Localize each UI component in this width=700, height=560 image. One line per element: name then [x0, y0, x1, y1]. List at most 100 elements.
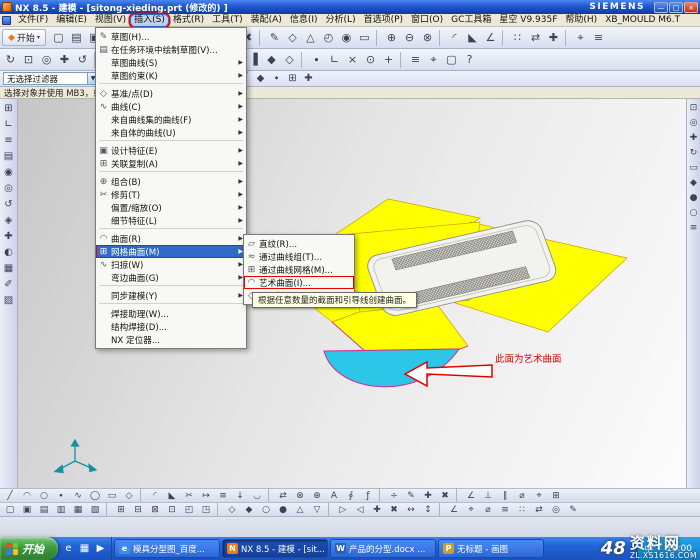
intersect-curve-icon[interactable]: ⊗: [292, 489, 308, 502]
intersect-icon[interactable]: ⊗: [419, 29, 436, 46]
modeling-tool-icon[interactable]: ◁: [352, 503, 368, 516]
snap-center-icon[interactable]: ⊙: [362, 51, 379, 68]
menubar-item-11[interactable]: 窗口(O): [407, 14, 447, 27]
extend-curve-icon[interactable]: ↦: [198, 489, 214, 502]
isometric-view-icon[interactable]: ◆: [688, 177, 700, 189]
roles-icon[interactable]: ◐: [1, 245, 16, 260]
start-button[interactable]: 开始: [0, 537, 58, 560]
diameter-icon[interactable]: ⌀: [514, 489, 530, 502]
layer-settings-icon[interactable]: ≡: [407, 51, 424, 68]
modeling-tool-icon[interactable]: ●: [275, 503, 291, 516]
modeling-tool-icon[interactable]: ▦: [70, 503, 86, 516]
fillet-curve-icon[interactable]: ◜: [147, 489, 163, 502]
revolve-icon[interactable]: ◴: [320, 29, 337, 46]
menubar-item-2[interactable]: 编辑(E): [52, 14, 91, 27]
insert-menu-item-8[interactable]: 来自曲线集的曲线(F)▶: [96, 113, 246, 126]
zoom-view-icon[interactable]: ◎: [688, 117, 700, 129]
spline-icon[interactable]: ∿: [70, 489, 86, 502]
modeling-tool-icon[interactable]: ▢: [2, 503, 18, 516]
snap-point-icon[interactable]: ∙: [308, 51, 325, 68]
draft-icon[interactable]: ∠: [482, 29, 499, 46]
modeling-tool-icon[interactable]: ↔: [403, 503, 419, 516]
isometric-view-icon[interactable]: ◆: [263, 51, 280, 68]
arc-icon[interactable]: ◠: [19, 489, 35, 502]
history-icon[interactable]: ↺: [1, 197, 16, 212]
chamfer-curve-icon[interactable]: ◣: [164, 489, 180, 502]
menubar-item-8[interactable]: 信息(I): [286, 14, 322, 27]
snap-midpoint-icon[interactable]: ×: [344, 51, 361, 68]
insert-menu-item-22[interactable]: 弯边曲面(G)▶: [96, 271, 246, 284]
insert-menu-item-7[interactable]: ∿曲线(C)▶: [96, 100, 246, 113]
datum-plane-icon[interactable]: ◇: [284, 29, 301, 46]
rectangle-icon[interactable]: ▭: [104, 489, 120, 502]
parallel-icon[interactable]: ∥: [497, 489, 513, 502]
new-icon[interactable]: ▢: [50, 29, 67, 46]
circle-icon[interactable]: ○: [36, 489, 52, 502]
modeling-tool-icon[interactable]: ↕: [420, 503, 436, 516]
modeling-tool-icon[interactable]: ∷: [514, 503, 530, 516]
insert-menu-item-9[interactable]: 来自体的曲线(U)▶: [96, 126, 246, 139]
show-desktop-icon[interactable]: ▦: [77, 541, 92, 557]
shaded-view-icon[interactable]: ●: [688, 192, 700, 204]
minimize-button[interactable]: —: [654, 2, 668, 13]
modeling-tool-icon[interactable]: ⌀: [480, 503, 496, 516]
rotate-view-icon[interactable]: ↻: [688, 147, 700, 159]
menubar-item-3[interactable]: 视图(V): [91, 14, 130, 27]
insert-menu-item-19[interactable]: ◠曲面(R)▶: [96, 232, 246, 245]
modeling-tool-icon[interactable]: ⊟: [130, 503, 146, 516]
select-point-icon[interactable]: ∙: [269, 72, 284, 86]
section-curve-icon[interactable]: ⊕: [309, 489, 325, 502]
modeling-tool-icon[interactable]: ▧: [87, 503, 103, 516]
internet-browser-icon[interactable]: ◎: [1, 181, 16, 196]
trim-curve-icon[interactable]: ✂: [181, 489, 197, 502]
text-curve-icon[interactable]: A: [326, 489, 342, 502]
window-icon[interactable]: ▢: [443, 51, 460, 68]
grid-icon[interactable]: ⊞: [548, 489, 564, 502]
insert-menu-item-4[interactable]: 草图约束(K)▶: [96, 69, 246, 82]
insert-menu-item-20[interactable]: ⊞网格曲面(M)▶: [96, 245, 246, 258]
shell-icon[interactable]: ▭: [356, 29, 373, 46]
insert-menu-item-17[interactable]: 细节特征(L)▶: [96, 214, 246, 227]
mesh-submenu-item-3[interactable]: ⊞通过曲线网格(M)...: [244, 263, 354, 276]
insert-menu-item-26[interactable]: 焊接助理(W)...: [96, 307, 246, 320]
modeling-tool-icon[interactable]: ≡: [497, 503, 513, 516]
modeling-tool-icon[interactable]: ▥: [53, 503, 69, 516]
move-object-icon[interactable]: ✚: [545, 29, 562, 46]
taskbar-task-1[interactable]: e模具分型图_百度...: [114, 539, 220, 558]
application-start-button[interactable]: ◆ 开始 ▾: [2, 29, 46, 46]
snap-endpoint-icon[interactable]: ∟: [326, 51, 343, 68]
process-studio-icon[interactable]: ◈: [1, 213, 16, 228]
mesh-submenu-item-4[interactable]: ◠艺术曲面(I)...: [244, 276, 354, 289]
input-method-icon[interactable]: 中: [644, 542, 653, 555]
modeling-tool-icon[interactable]: ▤: [36, 503, 52, 516]
taskbar-task-2[interactable]: NNX 8.5 - 建模 - [sit...: [222, 539, 328, 558]
part-navigator-icon[interactable]: ≡: [1, 133, 16, 148]
front-view-icon[interactable]: ▭: [688, 162, 700, 174]
class-selection-icon[interactable]: ≡: [590, 29, 607, 46]
insert-menu-item-15[interactable]: ✂修剪(T)▶: [96, 188, 246, 201]
law-curve-icon[interactable]: ƒ: [360, 489, 376, 502]
media-player-icon[interactable]: ▶: [93, 541, 108, 557]
taskbar-task-4[interactable]: P无标题 - 画图: [438, 539, 544, 558]
wireframe-view-icon[interactable]: ○: [688, 207, 700, 219]
menubar-item-15[interactable]: XB_MOULD M6.T: [601, 14, 684, 27]
modeling-tool-icon[interactable]: △: [292, 503, 308, 516]
internet-explorer-icon[interactable]: e: [61, 541, 76, 557]
perpendicular-icon[interactable]: ⊥: [480, 489, 496, 502]
insert-menu-item-2[interactable]: ▤在任务环境中绘制草图(V)...: [96, 43, 246, 56]
menubar-item-9[interactable]: 分析(L): [322, 14, 360, 27]
taskbar-task-3[interactable]: W产品的分型.docx ...: [330, 539, 436, 558]
pan-icon[interactable]: ✚: [56, 51, 73, 68]
menubar-item-10[interactable]: 首选项(P): [360, 14, 407, 27]
menubar-item-5[interactable]: 格式(R): [169, 14, 208, 27]
fit-view-icon[interactable]: ⊡: [688, 102, 700, 114]
open-icon[interactable]: ▤: [68, 29, 85, 46]
constraint-navigator-icon[interactable]: ∟: [1, 117, 16, 132]
selection-filter-combo[interactable]: 无选择过滤器 ▼: [3, 72, 99, 85]
ellipse-icon[interactable]: ◯: [87, 489, 103, 502]
target-point-icon[interactable]: ⌖: [531, 489, 547, 502]
manufacturing-wizard-icon[interactable]: ✚: [1, 229, 16, 244]
subtract-icon[interactable]: ⊖: [401, 29, 418, 46]
measure-distance-icon[interactable]: ⌖: [572, 29, 589, 46]
divide-curve-icon[interactable]: ÷: [386, 489, 402, 502]
